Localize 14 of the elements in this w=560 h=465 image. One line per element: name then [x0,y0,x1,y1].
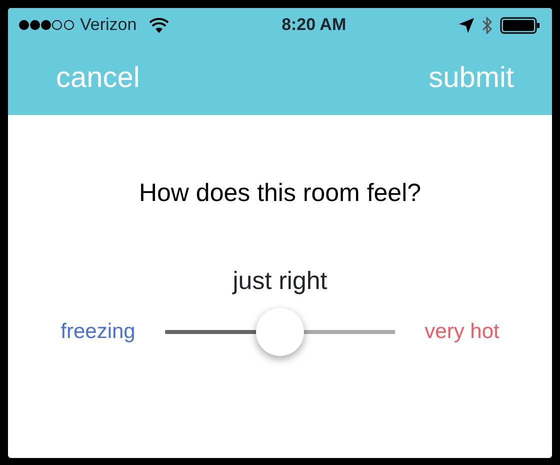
min-label: freezing [60,319,136,346]
slider-thumb[interactable] [256,308,304,356]
slider-reading: just right [232,266,328,296]
cancel-button[interactable]: cancel [56,64,140,93]
wifi-icon [148,18,169,32]
carrier-name: Verizon [80,14,137,36]
bluetooth-icon [482,16,492,34]
battery-icon [500,16,540,34]
max-label: very hot [424,319,500,346]
question-text: How does this room feel? [138,178,422,209]
submit-button[interactable]: submit [428,64,514,93]
status-time: 8:20 AM [282,14,346,36]
signal-icon [18,19,76,31]
location-arrow-icon [458,18,474,32]
